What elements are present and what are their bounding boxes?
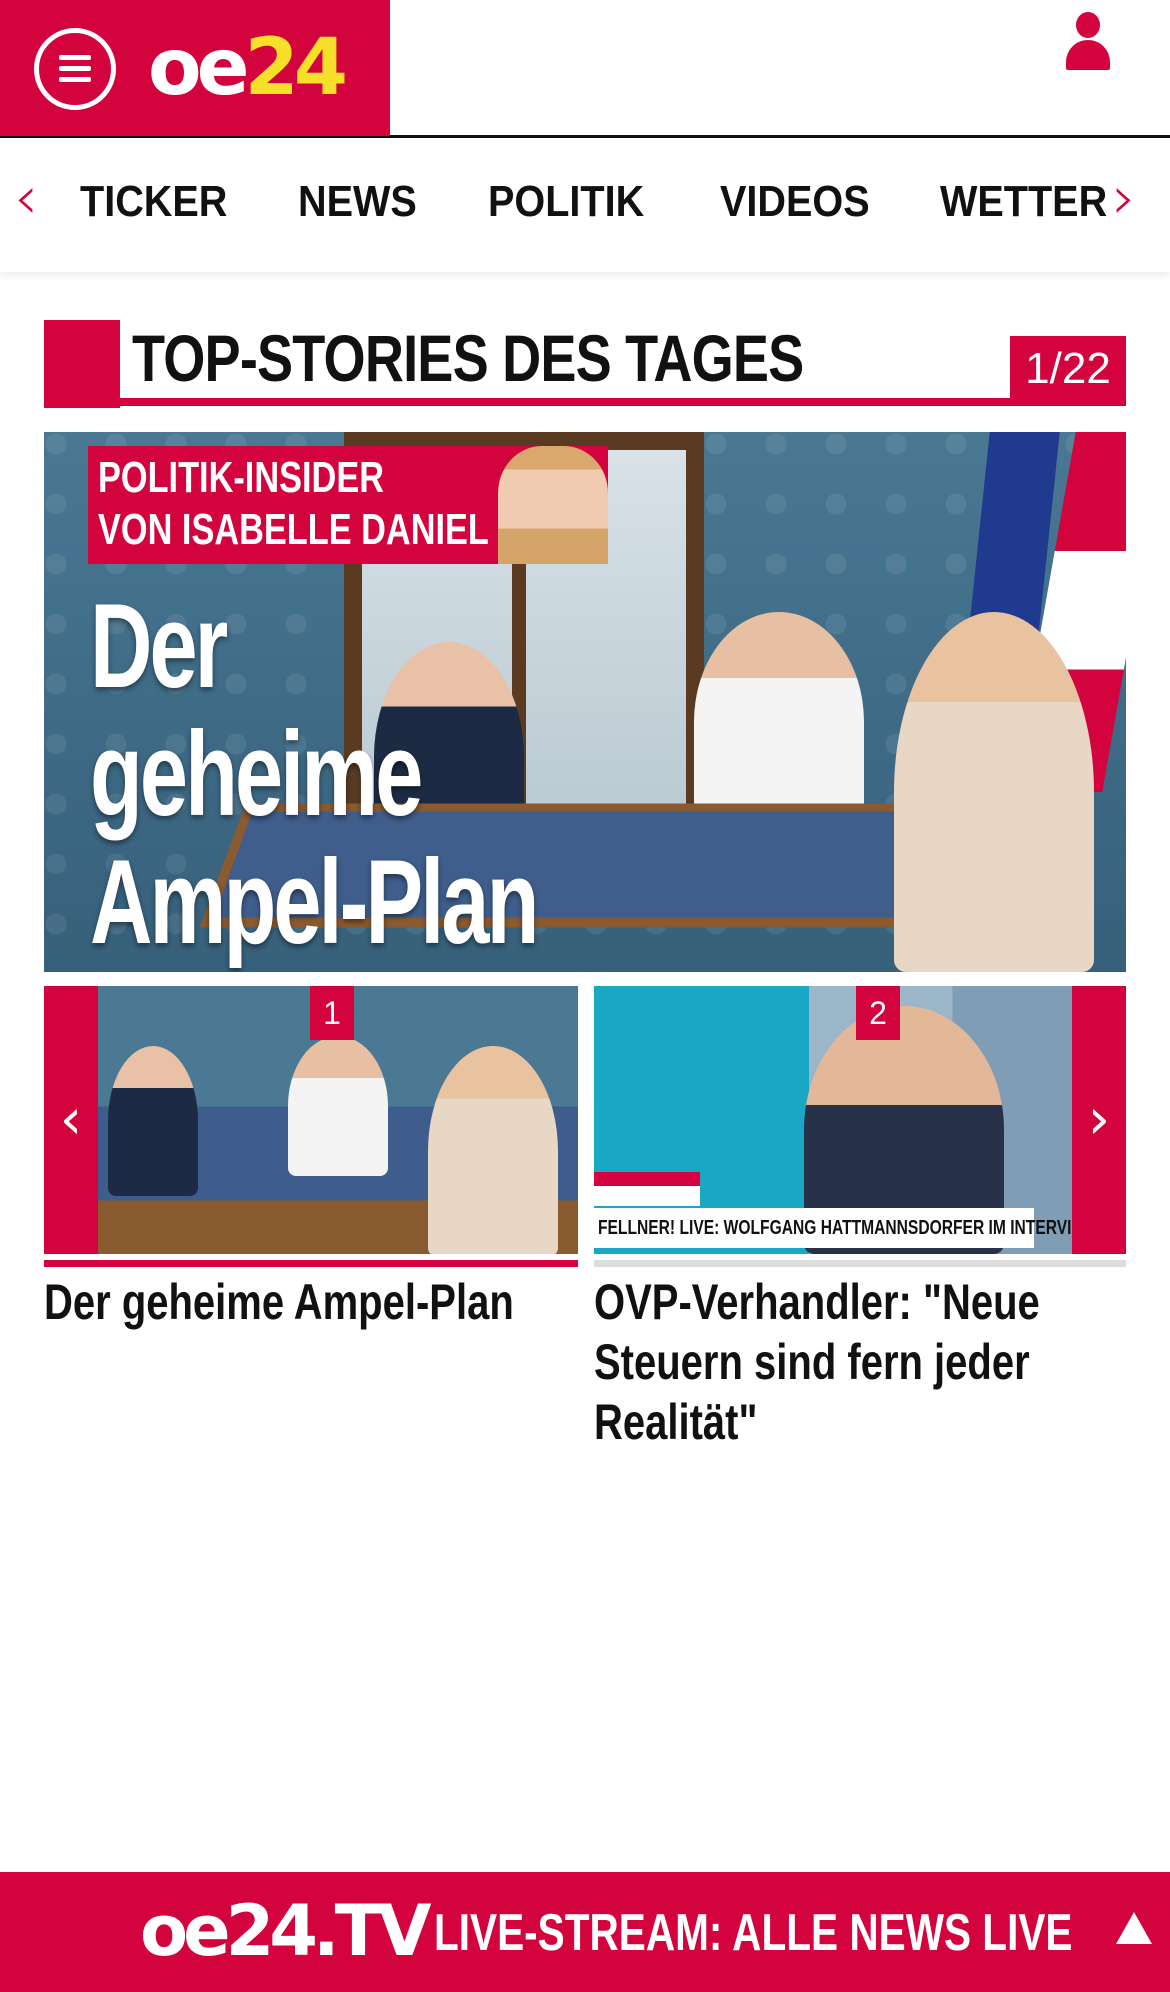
carousel-next-arrow-icon[interactable]: › xyxy=(1072,986,1126,1254)
nav-item-politik[interactable]: POLITIK xyxy=(488,178,644,226)
hero-headline: Der geheime Ampel-Plan xyxy=(90,579,539,969)
live-stream-bar[interactable]: oe24.TV LIVE-STREAM: ALLE NEWS LIVE xyxy=(0,1872,1170,1992)
insider-line-1: POLITIK-INSIDER xyxy=(98,453,385,502)
thumb-1-image-person xyxy=(428,1046,558,1254)
hamburger-menu-icon[interactable] xyxy=(34,28,116,110)
nav-item-wetter[interactable]: WETTER xyxy=(940,178,1107,226)
author-avatar xyxy=(498,446,608,564)
section-underline xyxy=(44,398,1126,406)
hero-story[interactable]: POLITIK-INSIDER VON ISABELLE DANIEL Der … xyxy=(44,432,1126,972)
triangle-up-icon[interactable] xyxy=(1116,1912,1152,1944)
thumb-number-2: 2 xyxy=(856,986,900,1040)
insider-line-2: VON ISABELLE DANIEL xyxy=(98,505,489,554)
thumb-2-indicator xyxy=(594,1260,1126,1267)
hero-headline-line-3: Ampel-Plan xyxy=(90,835,539,969)
logo-block: oe24 xyxy=(0,0,390,136)
thumb-2-lower-third-tag xyxy=(594,1186,700,1206)
category-nav: ‹ TICKER NEWS POLITIK VIDEOS WETTER › xyxy=(0,138,1170,272)
carousel-thumb-2[interactable]: FELLNER! LIVE: WOLFGANG HATTMANNSDORFER … xyxy=(594,986,1072,1254)
thumb-1-image-person xyxy=(288,1036,388,1176)
hero-image-person xyxy=(694,612,864,832)
slide-counter: 1/22 xyxy=(1010,336,1126,398)
section-title: TOP-STORIES DES TAGES xyxy=(132,321,804,395)
logo-oe: oe xyxy=(148,23,249,113)
site-header: oe24 xyxy=(0,0,1170,138)
thumb-1-image-person xyxy=(108,1046,198,1196)
nav-item-videos[interactable]: VIDEOS xyxy=(720,178,870,226)
user-icon[interactable] xyxy=(1063,12,1113,72)
carousel-caption-1[interactable]: Der geheime Ampel-Plan xyxy=(44,1272,572,1332)
nav-item-news[interactable]: NEWS xyxy=(298,178,417,226)
hero-headline-line-1: Der xyxy=(90,579,228,713)
hero-image-person xyxy=(894,612,1094,972)
carousel-caption-2[interactable]: OVP-Verhandler: "Neue Steuern sind fern … xyxy=(594,1272,1122,1452)
live-stream-label: LIVE-STREAM: ALLE NEWS LIVE xyxy=(434,1904,1073,1962)
insider-badge-text: POLITIK-INSIDER VON ISABELLE DANIEL xyxy=(98,452,489,556)
site-logo[interactable]: oe24 xyxy=(148,20,349,116)
thumb-1-active-indicator xyxy=(44,1260,578,1267)
thumb-2-lower-third: FELLNER! LIVE: WOLFGANG HATTMANNSDORFER … xyxy=(598,1217,1072,1239)
story-carousel: FELLNER! LIVE: WOLFGANG HATTMANNSDORFER … xyxy=(44,986,1126,1267)
insider-badge: POLITIK-INSIDER VON ISABELLE DANIEL xyxy=(88,446,608,564)
thumb-number-1: 1 xyxy=(310,986,354,1040)
carousel-prev-arrow-icon[interactable]: ‹ xyxy=(44,986,98,1254)
logo-24: 24 xyxy=(244,23,349,113)
nav-item-ticker[interactable]: TICKER xyxy=(80,178,227,226)
nav-prev-arrow-icon[interactable]: ‹ xyxy=(14,168,38,228)
nav-next-arrow-icon[interactable]: › xyxy=(1112,168,1136,228)
hero-headline-line-2: geheime xyxy=(90,707,423,841)
tv-logo: oe24.TV xyxy=(140,1890,431,1972)
section-accent-block xyxy=(44,320,120,408)
section-header: TOP-STORIES DES TAGES 1/22 xyxy=(44,320,1126,408)
